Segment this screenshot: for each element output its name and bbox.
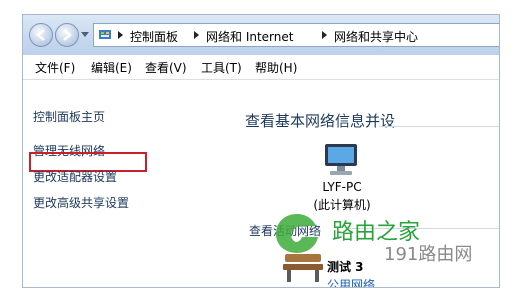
watermark-text-2: 191路由网	[384, 244, 473, 265]
recent-pages-dropdown[interactable]	[81, 32, 89, 37]
address-box[interactable]: 控制面板 网络和 Internet 网络和共享中心	[93, 23, 499, 47]
breadcrumb-separator[interactable]	[118, 31, 123, 39]
menu-help[interactable]: 帮助(H)	[255, 59, 297, 76]
sidebar-item-control-panel-home[interactable]: 控制面板主页	[33, 108, 105, 125]
divider	[379, 126, 499, 127]
task-pane: 控制面板主页 管理无线网络 更改适配器设置 更改高级共享设置	[23, 80, 223, 287]
breadcrumb-control-panel[interactable]: 控制面板	[130, 28, 178, 45]
menu-edit[interactable]: 编辑(E)	[91, 59, 132, 76]
address-bar: 控制面板 网络和 Internet 网络和共享中心	[23, 15, 499, 56]
menu-bar: 文件(F) 编辑(E) 查看(V) 工具(T) 帮助(H)	[23, 55, 499, 80]
breadcrumb-network-sharing-center[interactable]: 网络和共享中心	[334, 28, 418, 45]
page-title: 查看基本网络信息并设	[245, 112, 396, 130]
control-panel-icon	[99, 30, 111, 39]
forward-button[interactable]	[55, 23, 79, 47]
breadcrumb-separator[interactable]	[322, 31, 327, 39]
computer-name: LYF-PC	[322, 180, 362, 194]
menu-view[interactable]: 查看(V)	[145, 59, 187, 76]
breadcrumb-separator[interactable]	[194, 31, 199, 39]
watermark-logo	[276, 214, 318, 253]
computer-icon[interactable]	[321, 142, 361, 178]
menu-tools[interactable]: 工具(T)	[201, 59, 242, 76]
menu-file[interactable]: 文件(F)	[35, 59, 75, 76]
back-button[interactable]	[29, 23, 53, 47]
network-name: 测试 3	[327, 260, 364, 274]
back-icon	[36, 29, 45, 41]
network-type-link[interactable]: 公用网络	[327, 276, 375, 287]
sidebar-item-advanced-sharing[interactable]: 更改高级共享设置	[33, 194, 129, 211]
forward-icon	[63, 29, 72, 41]
breadcrumb-network-internet[interactable]: 网络和 Internet	[206, 28, 293, 45]
sidebar-item-change-adapter-settings[interactable]: 更改适配器设置	[33, 168, 117, 185]
